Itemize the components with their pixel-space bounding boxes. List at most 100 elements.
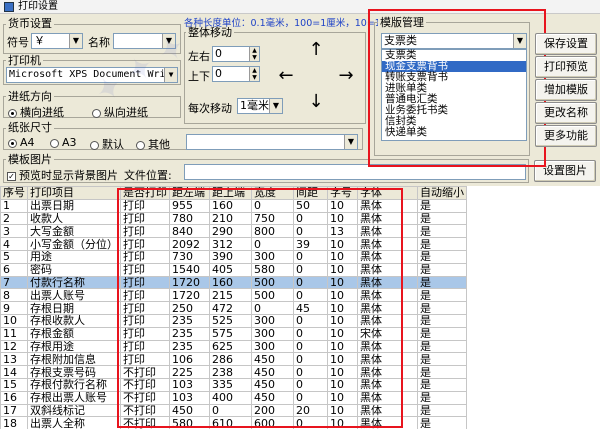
move-right-button[interactable]: → (332, 62, 360, 90)
table-cell[interactable]: 小写金额（分位） (27, 237, 121, 251)
table-cell[interactable]: 10 (0, 313, 28, 328)
table-cell[interactable]: 付款行名称 (27, 275, 121, 290)
radio-portrait[interactable]: 纵向进纸 (92, 104, 148, 120)
table-cell[interactable]: 1 (0, 198, 28, 213)
radio-a3[interactable]: A3 (50, 136, 77, 149)
table-cell[interactable]: 是 (417, 275, 467, 290)
radio-default[interactable]: 默认 (90, 136, 124, 152)
more-functions-button[interactable]: 更多功能 (535, 125, 597, 147)
table-cell[interactable]: 用途 (27, 249, 121, 264)
spinner-arrows-icon[interactable]: ▲ ▼ (249, 67, 259, 81)
save-settings-button[interactable]: 保存设置 (535, 33, 597, 55)
preview-bg-checkbox[interactable]: ✓ 预览时显示背景图片 (7, 167, 118, 183)
table-cell[interactable]: 是 (417, 339, 467, 354)
lr-spinner[interactable]: 0 ▲ ▼ (212, 46, 260, 62)
table-cell[interactable]: 3 (0, 224, 28, 239)
table-cell[interactable]: 5 (0, 249, 28, 264)
table-cell[interactable]: 存根出票人账号 (27, 390, 121, 405)
chevron-down-icon[interactable]: ▼ (344, 135, 357, 149)
table-cell[interactable]: 18 (0, 416, 28, 429)
table-cell[interactable]: 是 (417, 249, 467, 264)
radio-other[interactable]: 其他 (136, 136, 170, 152)
spinner-arrows-icon[interactable]: ▲ ▼ (249, 47, 259, 61)
table-cell[interactable]: 是 (417, 224, 467, 239)
step-combo[interactable]: 1毫米 ▼ (237, 98, 283, 114)
ud-value: 0 (215, 67, 222, 80)
radio-dot[interactable] (92, 108, 101, 118)
printer-combo[interactable]: Microsoft XPS Document Wri ▼ (6, 67, 178, 83)
print-items-table[interactable]: 序号 打印项目 是否打印 距左端 距上端 宽度 间距 字号 字体 自动缩小 1 出票日期 打印 955 1… (0, 186, 600, 429)
print-preview-button[interactable]: 打印预览 (535, 56, 597, 78)
move-up-button[interactable]: ↑ (302, 36, 330, 64)
add-template-button[interactable]: 增加模版 (535, 79, 597, 101)
table-cell[interactable]: 13 (0, 352, 28, 367)
radio-dot[interactable] (8, 138, 17, 148)
table-cell[interactable]: 存根收款人 (27, 313, 121, 328)
table-cell[interactable]: 存根金额 (27, 326, 121, 341)
table-cell[interactable]: 存根支票号码 (27, 365, 121, 379)
radio-dot[interactable] (8, 108, 17, 118)
radio-dot[interactable] (136, 140, 145, 150)
table-cell[interactable]: 出票日期 (27, 198, 121, 213)
table-cell[interactable]: 8 (0, 288, 28, 303)
table-cell[interactable]: 收款人 (27, 211, 121, 226)
table-cell[interactable]: 9 (0, 301, 28, 315)
radio-dot[interactable] (50, 138, 59, 148)
table-cell[interactable]: 6 (0, 262, 28, 277)
chevron-down-icon[interactable]: ▼ (162, 34, 175, 48)
table-cell[interactable]: 是 (417, 326, 467, 341)
table-cell[interactable]: 是 (417, 416, 467, 429)
table-cell[interactable]: 是 (417, 390, 467, 405)
table-cell[interactable]: 出票人账号 (27, 288, 121, 303)
table-cell[interactable]: 是 (417, 352, 467, 367)
table-cell[interactable]: 存根日期 (27, 301, 121, 315)
table-cell[interactable]: 是 (417, 313, 467, 328)
symbol-combo[interactable]: ￥ ▼ (31, 33, 83, 49)
radio-landscape[interactable]: 横向进纸 (8, 104, 64, 120)
chevron-down-icon[interactable]: ▼ (164, 68, 177, 82)
paper-size-combo[interactable]: ▼ (186, 134, 358, 150)
table-cell[interactable]: 7 (0, 275, 28, 290)
table-cell[interactable]: 2 (0, 211, 28, 226)
table-cell[interactable]: 11 (0, 326, 28, 341)
column-header[interactable]: 序号 (0, 186, 28, 200)
table-cell[interactable]: 存根用途 (27, 339, 121, 354)
table-cell[interactable]: 存根付款行名称 (27, 377, 121, 392)
ud-spinner[interactable]: 0 ▲ ▼ (212, 66, 260, 82)
table-cell[interactable]: 出票人全称 (27, 416, 121, 429)
table-cell[interactable]: 17 (0, 403, 28, 418)
radio-other-label: 其他 (148, 138, 170, 151)
radio-a4-label: A4 (20, 136, 35, 149)
table-cell[interactable]: 大写金额 (27, 224, 121, 239)
table-cell[interactable]: 是 (417, 211, 467, 226)
table-cell[interactable]: 是 (417, 237, 467, 251)
table-cell[interactable]: 是 (417, 403, 467, 418)
table-cell[interactable]: 存根附加信息 (27, 352, 121, 367)
table-cell[interactable]: 是 (417, 288, 467, 303)
table-cell[interactable]: 是 (417, 198, 467, 213)
radio-a4[interactable]: A4 (8, 136, 35, 149)
chevron-down-icon[interactable]: ▼ (269, 99, 282, 113)
check-icon[interactable]: ✓ (7, 171, 16, 181)
table-cell[interactable]: 双斜线标记 (27, 403, 121, 418)
move-down-button[interactable]: ↓ (302, 88, 330, 116)
table-cell[interactable]: 16 (0, 390, 28, 405)
column-header[interactable]: 打印项目 (27, 186, 121, 200)
table-cell[interactable]: 15 (0, 377, 28, 392)
highlight-frame (368, 9, 546, 167)
table-cell[interactable]: 14 (0, 365, 28, 379)
table-cell[interactable]: 4 (0, 237, 28, 251)
rename-button[interactable]: 更改名称 (535, 102, 597, 124)
chevron-down-icon[interactable]: ▼ (69, 34, 82, 48)
move-left-button[interactable]: ← (272, 62, 300, 90)
table-cell[interactable]: 密码 (27, 262, 121, 277)
column-header[interactable]: 自动缩小 (417, 186, 467, 200)
symbol-label: 符号 (7, 36, 29, 49)
table-cell[interactable]: 是 (417, 377, 467, 392)
table-cell[interactable]: 是 (417, 301, 467, 315)
table-cell[interactable]: 是 (417, 365, 467, 379)
radio-dot[interactable] (90, 140, 99, 150)
table-cell[interactable]: 是 (417, 262, 467, 277)
currency-name-combo[interactable]: ▼ (113, 33, 176, 49)
table-cell[interactable]: 12 (0, 339, 28, 354)
